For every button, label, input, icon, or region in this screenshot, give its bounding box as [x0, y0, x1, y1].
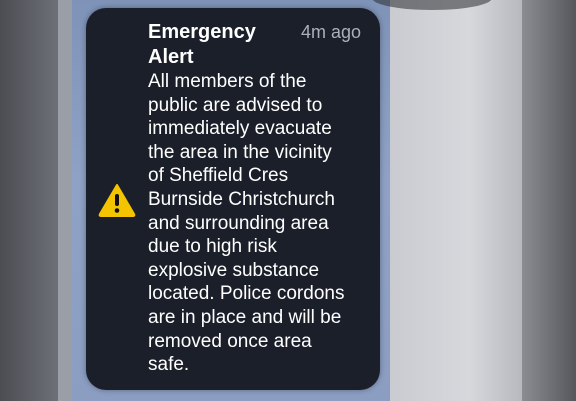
notification-timestamp: 4m ago — [301, 22, 362, 42]
notification-title: Emergency Alert — [148, 21, 256, 68]
notification-message: All members of the public are advised to… — [148, 71, 345, 376]
background-left — [0, 0, 58, 401]
warning-triangle-icon — [98, 183, 136, 217]
background-right-glare — [390, 0, 522, 401]
background-right — [522, 0, 576, 401]
